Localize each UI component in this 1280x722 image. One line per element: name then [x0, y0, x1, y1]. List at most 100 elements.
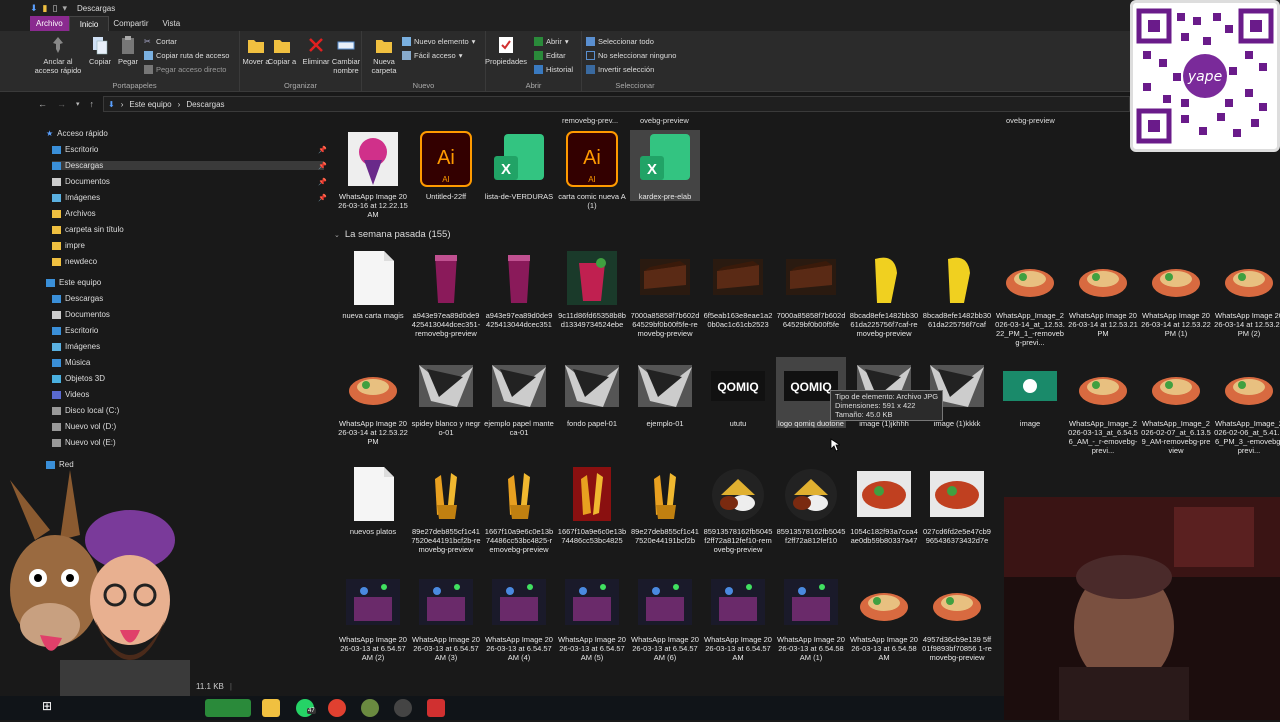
rename-button[interactable]: Cambiar nombre — [328, 35, 364, 75]
nav-pc-videos[interactable]: Videos — [52, 390, 89, 399]
file-item[interactable]: WhatsApp_Image_2026-03-13_at_6.54.56_AM_… — [1068, 357, 1138, 455]
file-item[interactable]: 027cd6fd2e5e47cb9965436373432d7e — [922, 465, 992, 545]
file-item[interactable]: WhatsApp Image 2026-03-13 at 6.54.57 AM … — [484, 573, 554, 662]
forward-arrow-icon[interactable]: → — [57, 99, 66, 109]
nav-newdeco[interactable]: newdeco — [52, 257, 97, 266]
file-item[interactable]: WhatsApp Image 2026-03-16 at 12.22.15 AM — [338, 130, 408, 219]
file-item[interactable]: spidey blanco y negro-01 — [411, 357, 481, 437]
app-icon[interactable] — [361, 699, 379, 717]
open-button[interactable]: Abrir ▾ — [534, 37, 569, 46]
file-item[interactable]: Ai AI Untitled-22ff — [411, 130, 481, 201]
file-item[interactable]: 6f5eab163e8eae1a20b0ac1c61cb2523 — [703, 249, 773, 329]
file-explorer-icon[interactable] — [262, 699, 280, 717]
app-icon[interactable] — [427, 699, 445, 717]
pin-icon[interactable]: 📌 — [318, 194, 327, 202]
chrome-icon[interactable] — [328, 699, 346, 717]
breadcrumb-este-equipo[interactable]: Este equipo — [129, 100, 171, 109]
new-folder-button[interactable]: Nueva carpeta — [366, 35, 402, 75]
history-button[interactable]: Historial — [534, 65, 573, 74]
file-item[interactable]: WhatsApp Image 2026-03-14 at 12.53.22 PM… — [1214, 249, 1280, 338]
nav-pc-imagenes[interactable]: Imágenes — [52, 342, 100, 351]
nav-este-equipo[interactable]: Este equipo — [46, 278, 101, 287]
nav-pc-musica[interactable]: Música — [52, 358, 90, 367]
file-item[interactable]: 85913578162fb5045f2ff72a812fef10-removeb… — [703, 465, 773, 554]
file-item[interactable]: image — [995, 357, 1065, 428]
tab-inicio[interactable]: Inicio — [68, 16, 110, 31]
nav-impre[interactable]: impre — [52, 241, 85, 250]
pin-quick-access-button[interactable]: Anclar al acceso rápido — [34, 35, 82, 75]
pin-icon[interactable]: 📌 — [318, 178, 327, 186]
file-item[interactable]: 8bcad8efe1482bb3061da225756f7caf — [922, 249, 992, 329]
file-item[interactable]: 8bcad8efe1482bb3061da225756f7caf-removeb… — [849, 249, 919, 338]
file-item[interactable]: WhatsApp_Image_2026-02-06_at_5.41.16_PM_… — [1214, 357, 1280, 455]
nav-archivos[interactable]: Archivos — [52, 209, 96, 218]
file-item[interactable]: a943e97ea89d0de9425413044dcec351 — [484, 249, 554, 329]
nav-pc-descargas[interactable]: Descargas — [52, 294, 103, 303]
nav-pc-documentos[interactable]: Documentos — [52, 310, 110, 319]
file-item[interactable]: ejemplo-01 — [630, 357, 700, 428]
file-item[interactable]: a943e97ea89d0de9425413044dcec351-removeb… — [411, 249, 481, 338]
file-item[interactable]: Xlista-de-VERDURAS — [484, 130, 554, 201]
file-item[interactable]: WhatsApp Image 2026-03-13 at 6.54.57 AM … — [338, 573, 408, 662]
file-item[interactable]: 4957d36cb9e139 5ff01f9893bf70856 1-remov… — [922, 573, 992, 662]
up-arrow-icon[interactable]: ↑ — [90, 99, 95, 109]
customize-toolbar-icon[interactable]: ▾ — [62, 3, 67, 14]
select-none-button[interactable]: No seleccionar ninguno — [586, 51, 676, 60]
nav-disco-c[interactable]: Disco local (C:) — [52, 406, 119, 415]
nav-pc-objetos3d[interactable]: Objetos 3D — [52, 374, 105, 383]
file-item[interactable]: 9c11d86fd65358b8bd13349734524ebe — [557, 249, 627, 329]
properties-icon[interactable]: ▯ — [53, 3, 58, 14]
tab-vista[interactable]: Vista — [163, 16, 195, 31]
nav-vol-d[interactable]: Nuevo vol (D:) — [52, 422, 116, 431]
file-item[interactable]: WhatsApp Image 2026-03-14 at 12.53.21 PM — [1068, 249, 1138, 338]
file-item[interactable]: 1667f10a9e6c0e13b74486cc53bc4825-removeb… — [484, 465, 554, 554]
cut-button[interactable]: ✂ Cortar — [144, 37, 177, 46]
copy-to-button[interactable]: Copiar a — [264, 35, 300, 66]
file-item[interactable]: WhatsApp_Image_2026-03-14_at_12.53.22_PM… — [995, 249, 1065, 347]
file-item[interactable]: WhatsApp Image 2026-03-13 at 6.54.57 AM … — [630, 573, 700, 662]
file-item[interactable]: nuevos platos — [338, 465, 408, 536]
pin-icon[interactable]: 📌 — [318, 146, 327, 154]
file-item[interactable]: 1054c182f93a7cca4ae0db59b80337a47 — [849, 465, 919, 545]
properties-button[interactable]: Propiedades — [485, 35, 527, 66]
nav-carpeta-sin-titulo[interactable]: carpeta sin título — [52, 225, 124, 234]
nav-descargas[interactable]: Descargas — [52, 161, 324, 170]
breadcrumb-descargas[interactable]: Descargas — [186, 100, 224, 109]
file-item[interactable]: WhatsApp Image 2026-03-13 at 6.54.58 AM … — [776, 573, 846, 662]
easy-access-button[interactable]: Fácil acceso ▾ — [402, 51, 462, 60]
file-item[interactable]: QOMIQ ututu — [703, 357, 773, 428]
back-arrow-icon[interactable]: ← — [38, 99, 47, 109]
nav-quick-access[interactable]: ★ Acceso rápido — [46, 129, 108, 138]
tab-compartir[interactable]: Compartir — [113, 16, 162, 31]
file-item[interactable]: Xkardex-pre-elab — [630, 130, 700, 201]
tab-archivo[interactable]: Archivo — [30, 16, 69, 31]
paste-button[interactable]: Pegar — [110, 35, 146, 66]
file-item[interactable]: ejemplo papel manteca-01 — [484, 357, 554, 437]
new-item-button[interactable]: Nuevo elemento ▾ — [402, 37, 475, 46]
file-item[interactable]: WhatsApp Image 2026-03-13 at 6.54.57 AM — [703, 573, 773, 662]
select-all-button[interactable]: Seleccionar todo — [586, 37, 654, 46]
app-group-icon[interactable] — [205, 699, 251, 717]
group-header-last-week[interactable]: ⌄ La semana pasada (155) — [334, 229, 451, 240]
nav-escritorio[interactable]: Escritorio — [52, 145, 98, 154]
file-item[interactable]: WhatsApp Image 2026-03-13 at 6.54.58 AM — [849, 573, 919, 662]
file-item[interactable]: Ai AI carta comic nueva A(1) — [557, 130, 627, 210]
file-item[interactable]: 89e27deb855cf1c417520e44191bcf2b — [630, 465, 700, 545]
address-bar[interactable]: ⬇ › Este equipo › Descargas — [103, 96, 1130, 112]
file-item[interactable]: 7000a85858f7b602d64529bf0b00f5fe-removeb… — [630, 249, 700, 338]
file-item[interactable]: fondo papel-01 — [557, 357, 627, 428]
file-item[interactable]: WhatsApp Image 2026-03-14 at 12.53.22 PM — [338, 357, 408, 446]
invert-selection-button[interactable]: Invertir selección — [586, 65, 654, 74]
file-item[interactable]: WhatsApp Image 2026-03-14 at 12.53.22 PM… — [1141, 249, 1211, 338]
file-item[interactable]: 89e27deb855cf1c417520e44191bcf2b-removeb… — [411, 465, 481, 554]
pin-icon[interactable]: 📌 — [318, 162, 327, 170]
windows-start-icon[interactable]: ⊞ — [38, 699, 56, 717]
file-item[interactable]: WhatsApp Image 2026-03-13 at 6.54.57 AM … — [411, 573, 481, 662]
paste-shortcut-button[interactable]: Pegar acceso directo — [144, 65, 226, 74]
folder-icon[interactable]: ▮ — [43, 3, 48, 14]
file-item[interactable]: 1667f10a9e6c0e13b74486cc53bc4825 — [557, 465, 627, 545]
nav-documentos[interactable]: Documentos — [52, 177, 110, 186]
nav-imagenes[interactable]: Imágenes — [52, 193, 100, 202]
file-item[interactable]: 7000a85858f7b602d64529bf0b00f5fe — [776, 249, 846, 329]
file-item[interactable]: WhatsApp Image 2026-03-13 at 6.54.57 AM … — [557, 573, 627, 662]
